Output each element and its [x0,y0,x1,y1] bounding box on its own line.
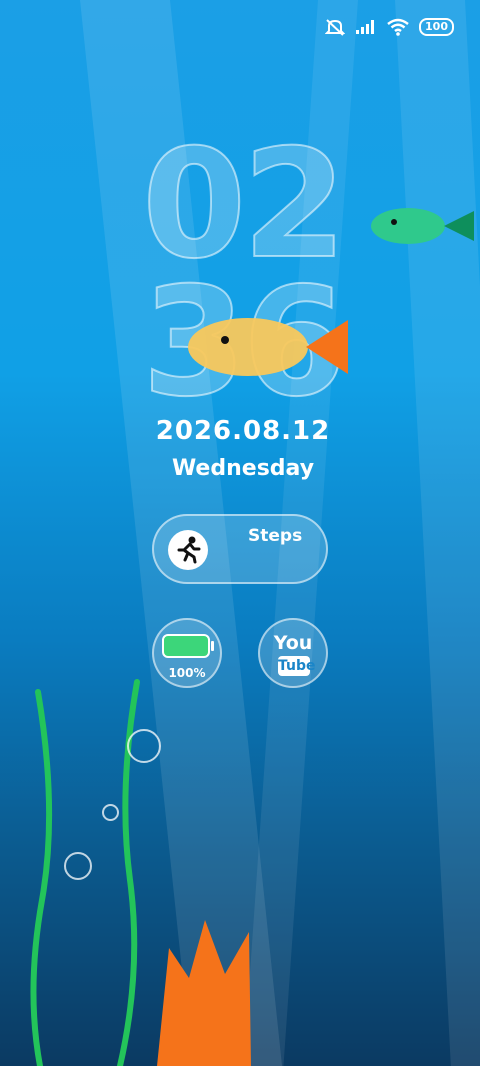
steps-label: Steps [248,526,303,546]
light-ray [395,0,480,1066]
date-text: 2026.08.12 [155,416,331,446]
youtube-widget[interactable]: You Tube [258,618,328,688]
bubble-icon [64,852,92,880]
weekday-text: Wednesday [171,456,315,481]
mute-icon [325,18,346,36]
bubble-icon [127,729,161,763]
wifi-icon [387,18,409,36]
youtube-logo-tube: Tube [278,656,316,676]
status-bar: 100 [325,18,454,36]
battery-percent: 100% [168,666,206,680]
battery-cap [211,641,214,651]
battery-icon [162,634,210,658]
green-fish-icon [371,208,474,244]
coral-icon [157,920,251,1066]
signal-icon [355,19,377,35]
youtube-logo-you: You [273,632,313,654]
yellow-fish-icon [188,318,348,376]
steps-widget[interactable]: Steps [152,514,328,584]
battery-widget[interactable]: 100% [152,618,222,688]
bubble-icon [102,804,119,821]
battery-indicator: 100 [419,18,454,36]
running-person-icon [168,530,208,570]
